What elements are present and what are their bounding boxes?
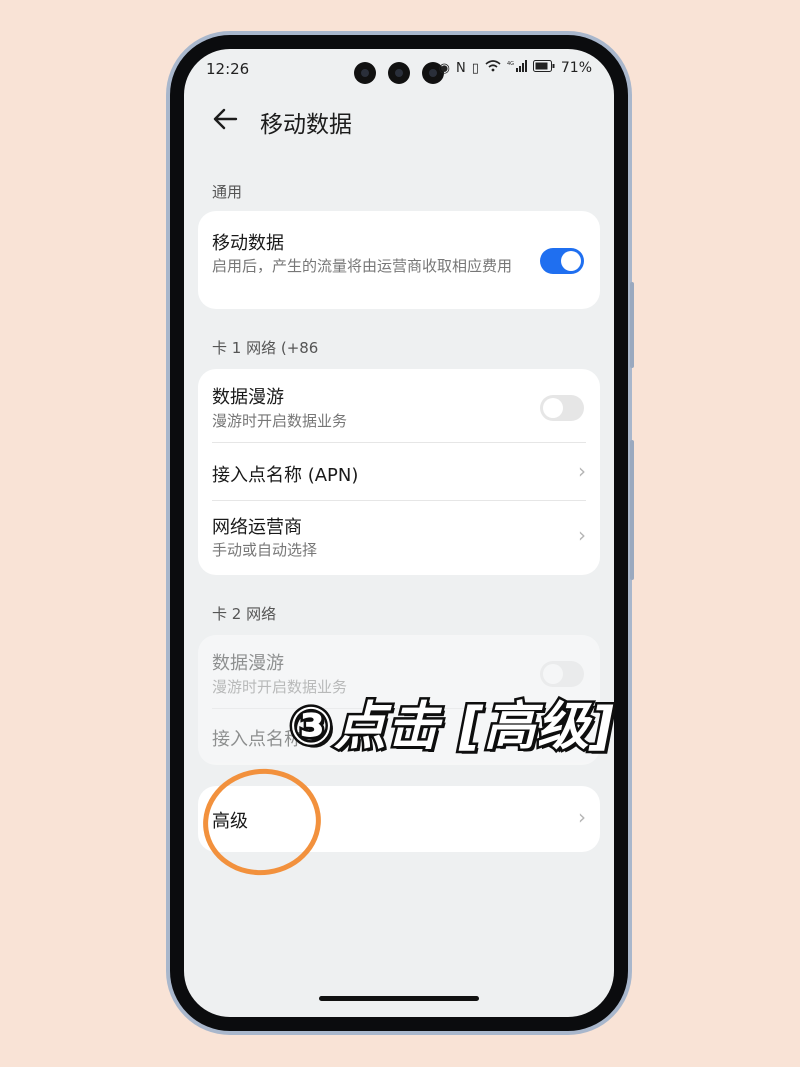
nfc-icon: N <box>455 60 466 76</box>
vibrate-icon: ▯ <box>471 60 479 76</box>
sim1-roaming-title: 数据漫游 <box>212 387 284 408</box>
power-button <box>630 440 634 580</box>
divider <box>212 442 586 443</box>
battery-percent: 71% <box>560 60 592 76</box>
sim1-carrier-subtitle: 手动或自动选择 <box>212 541 318 559</box>
mobile-data-subtitle: 启用后，产生的流量将由运营商收取相应费用 <box>212 257 513 275</box>
sim1-roaming-subtitle: 漫游时开启数据业务 <box>212 412 348 430</box>
wifi-icon <box>485 60 501 76</box>
front-camera-icon <box>388 62 410 84</box>
chevron-right-icon: › <box>578 459 586 483</box>
front-camera-icon <box>354 62 376 84</box>
signal-badge: 4G <box>507 61 514 67</box>
sim1-roaming-toggle[interactable] <box>540 395 584 421</box>
divider <box>212 500 586 501</box>
section-label-sim2: 卡 2 网络 <box>212 605 277 623</box>
card-sim1: 数据漫游 漫游时开启数据业务 接入点名称 (APN) › 网络运营商 手动或自动… <box>198 369 600 575</box>
chevron-right-icon: › <box>578 805 586 829</box>
signal-icon: 4G <box>507 60 527 76</box>
arrow-left-icon[interactable] <box>212 105 240 133</box>
chevron-right-icon: › <box>578 523 586 547</box>
mobile-data-toggle[interactable] <box>540 248 584 274</box>
status-time: 12:26 <box>206 60 250 78</box>
sim1-carrier-title: 网络运营商 <box>212 517 302 538</box>
eye-icon: ◉ <box>438 60 450 76</box>
page-title: 移动数据 <box>260 112 352 138</box>
sim2-roaming-title: 数据漫游 <box>212 653 284 674</box>
sim1-apn-title: 接入点名称 (APN) <box>212 465 359 486</box>
home-indicator[interactable] <box>319 996 479 1001</box>
mobile-data-title: 移动数据 <box>212 233 284 254</box>
instruction-overlay: ③点击 [高级] <box>287 695 617 760</box>
volume-button <box>630 282 634 368</box>
status-icons: ◉ N ▯ 4G 71% <box>439 60 592 76</box>
card-general: 移动数据 启用后，产生的流量将由运营商收取相应费用 <box>198 211 600 309</box>
section-label-sim1: 卡 1 网络 (+86 <box>212 339 319 357</box>
battery-icon <box>532 60 555 76</box>
section-label-general: 通用 <box>212 183 243 201</box>
